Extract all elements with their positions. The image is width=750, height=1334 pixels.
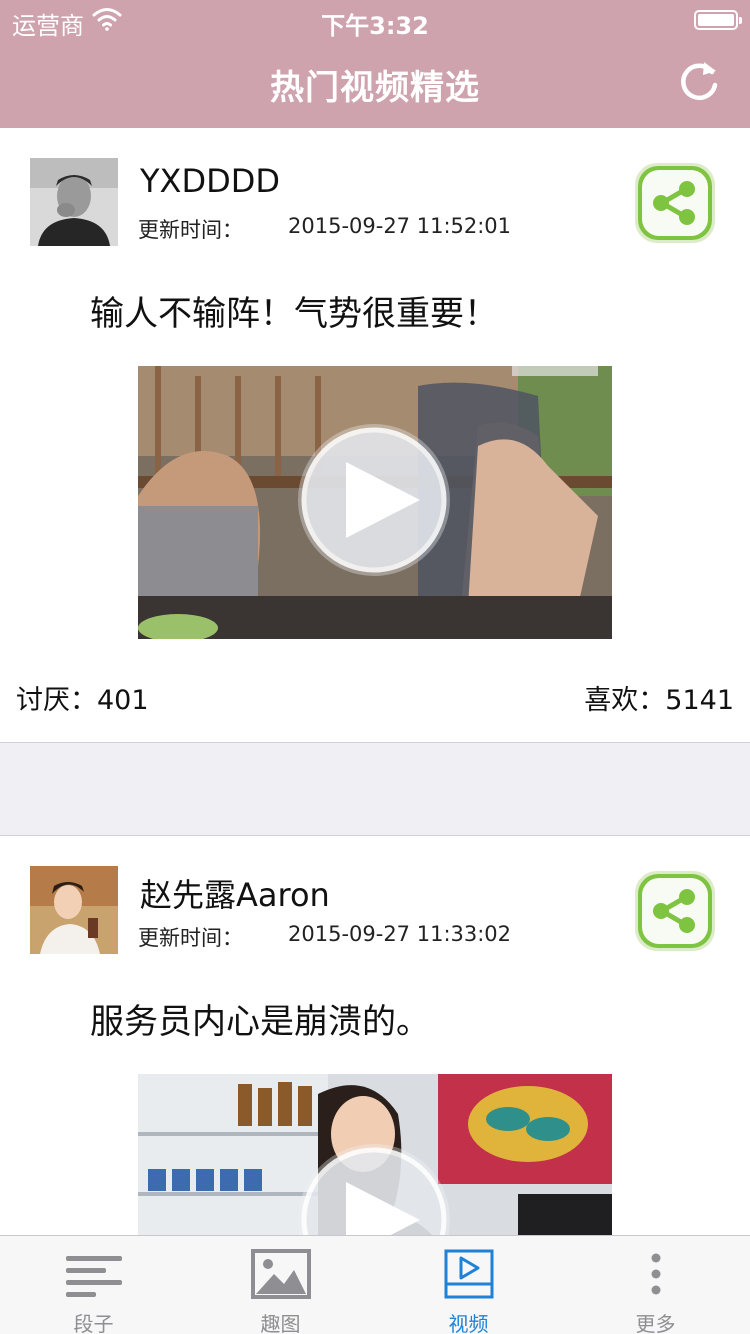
tab-label: 段子 <box>73 1312 114 1334</box>
share-icon[interactable] <box>632 160 718 246</box>
status-time: 下午3:32 <box>321 12 429 40</box>
navigation-bar: 运营商 下午3:32 热门视频精选 <box>0 0 750 128</box>
tab-jokes[interactable]: 段子 <box>0 1236 187 1334</box>
tab-bar: 段子 趣图 视频 更多 <box>0 1235 750 1334</box>
post-text: 输人不输阵！气势很重要！ <box>90 294 498 334</box>
tab-funny-pics[interactable]: 趣图 <box>187 1236 374 1334</box>
video-feed[interactable]: YXDDDD 更新时间： 2015-09-27 11:52:01 输人不输阵！气… <box>0 128 750 1235</box>
battery-icon <box>694 10 742 30</box>
app-screen: 运营商 下午3:32 热门视频精选 YXDDDD 更新时间： 2015-09-2… <box>0 0 750 1334</box>
username[interactable]: YXDDDD <box>140 162 280 200</box>
page-title: 热门视频精选 <box>270 68 480 108</box>
dislike-label: 讨厌： <box>16 685 97 716</box>
post-card: YXDDDD 更新时间： 2015-09-27 11:52:01 输人不输阵！气… <box>0 128 750 743</box>
tab-more[interactable]: 更多 <box>562 1236 749 1334</box>
tab-video[interactable]: 视频 <box>375 1236 562 1334</box>
tab-label: 更多 <box>635 1312 676 1334</box>
username[interactable]: 赵先露Aaron <box>140 870 330 916</box>
refresh-icon[interactable] <box>676 58 722 104</box>
dislike-value: 401 <box>97 685 149 716</box>
like-count[interactable]: 喜欢：5141 <box>584 678 734 717</box>
like-value: 5141 <box>665 685 734 716</box>
update-time-value: 2015-09-27 11:33:02 <box>288 922 512 946</box>
text-lines-icon <box>65 1256 122 1297</box>
dislike-count[interactable]: 讨厌：401 <box>16 678 149 717</box>
like-label: 喜欢： <box>584 685 666 716</box>
image-icon <box>250 1249 311 1299</box>
tab-label: 趣图 <box>260 1312 301 1334</box>
avatar[interactable] <box>30 866 118 954</box>
video-thumbnail[interactable] <box>138 1074 612 1235</box>
video-play-icon <box>444 1249 493 1299</box>
more-dots-icon <box>651 1253 660 1295</box>
update-time-value: 2015-09-27 11:52:01 <box>288 214 512 238</box>
update-time-label: 更新时间： <box>138 926 243 950</box>
tab-label: 视频 <box>448 1312 489 1334</box>
post-card: 赵先露Aaron 更新时间： 2015-09-27 11:33:02 服务员内心… <box>0 835 750 1235</box>
video-thumbnail[interactable] <box>138 366 612 639</box>
post-text: 服务员内心是崩溃的。 <box>90 1002 430 1042</box>
avatar[interactable] <box>30 158 118 246</box>
update-time-label: 更新时间： <box>138 218 243 242</box>
share-icon[interactable] <box>632 868 718 954</box>
status-bar: 运营商 下午3:32 <box>0 0 750 40</box>
